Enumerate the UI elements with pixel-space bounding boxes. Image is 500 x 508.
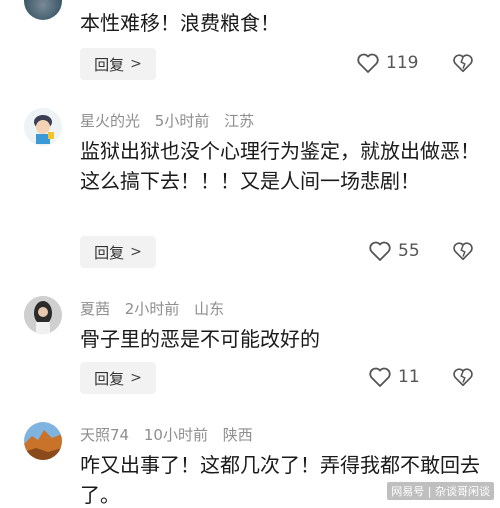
username[interactable]: 天照74 — [80, 426, 129, 444]
broken-heart-icon[interactable] — [452, 52, 474, 74]
avatar-landscape-icon — [24, 422, 62, 460]
heart-outline-icon — [369, 367, 391, 387]
location: 山东 — [194, 300, 225, 318]
timestamp: 10小时前 — [143, 426, 208, 444]
like-count: 55 — [398, 241, 420, 261]
like-button[interactable]: 11 — [368, 366, 420, 388]
location: 陕西 — [222, 426, 253, 444]
reply-label: 回复 — [94, 243, 125, 262]
like-button[interactable]: 119 — [356, 52, 418, 74]
broken-heart-icon[interactable] — [452, 366, 474, 388]
watermark: 网易号 | 杂谈哥闲谈 — [387, 482, 494, 500]
location: 江苏 — [224, 112, 255, 130]
chevron-right-icon: > — [130, 56, 142, 72]
heart-outline-icon — [369, 241, 391, 261]
comment-text: 监狱出狱也没个心理行为鉴定，就放出做恶！这么搞下去！！！又是人间一场悲剧！ — [80, 139, 480, 193]
avatar[interactable] — [24, 422, 62, 460]
comment-meta: 夏茜 2小时前 山东 — [80, 298, 234, 319]
broken-heart-icon[interactable] — [452, 240, 474, 262]
chevron-right-icon: > — [130, 244, 142, 260]
avatar[interactable] — [24, 296, 62, 334]
timestamp: 2小时前 — [124, 300, 180, 318]
like-count: 11 — [398, 367, 420, 387]
reply-button[interactable]: 回复 > — [80, 48, 156, 80]
chevron-right-icon: > — [130, 370, 142, 386]
avatar-cartoon-icon — [24, 108, 62, 146]
avatar[interactable] — [24, 0, 62, 20]
timestamp: 5小时前 — [154, 112, 210, 130]
reply-button[interactable]: 回复 > — [80, 362, 156, 394]
like-count: 119 — [386, 53, 419, 73]
reply-label: 回复 — [94, 55, 125, 74]
reply-label: 回复 — [94, 369, 125, 388]
avatar[interactable] — [24, 108, 62, 146]
comment-meta: 天照74 10小时前 陕西 — [80, 424, 263, 445]
avatar-photo-icon — [24, 296, 62, 334]
comment-meta: 星火的光 5小时前 江苏 — [80, 110, 264, 131]
comment-text: 本性难移！浪费粮食！ — [80, 11, 280, 35]
comment-text: 骨子里的恶是不可能改好的 — [80, 327, 320, 351]
heart-outline-icon — [357, 53, 379, 73]
username[interactable]: 星火的光 — [80, 112, 140, 130]
username[interactable]: 夏茜 — [80, 300, 110, 318]
reply-button[interactable]: 回复 > — [80, 236, 156, 268]
like-button[interactable]: 55 — [368, 240, 420, 262]
